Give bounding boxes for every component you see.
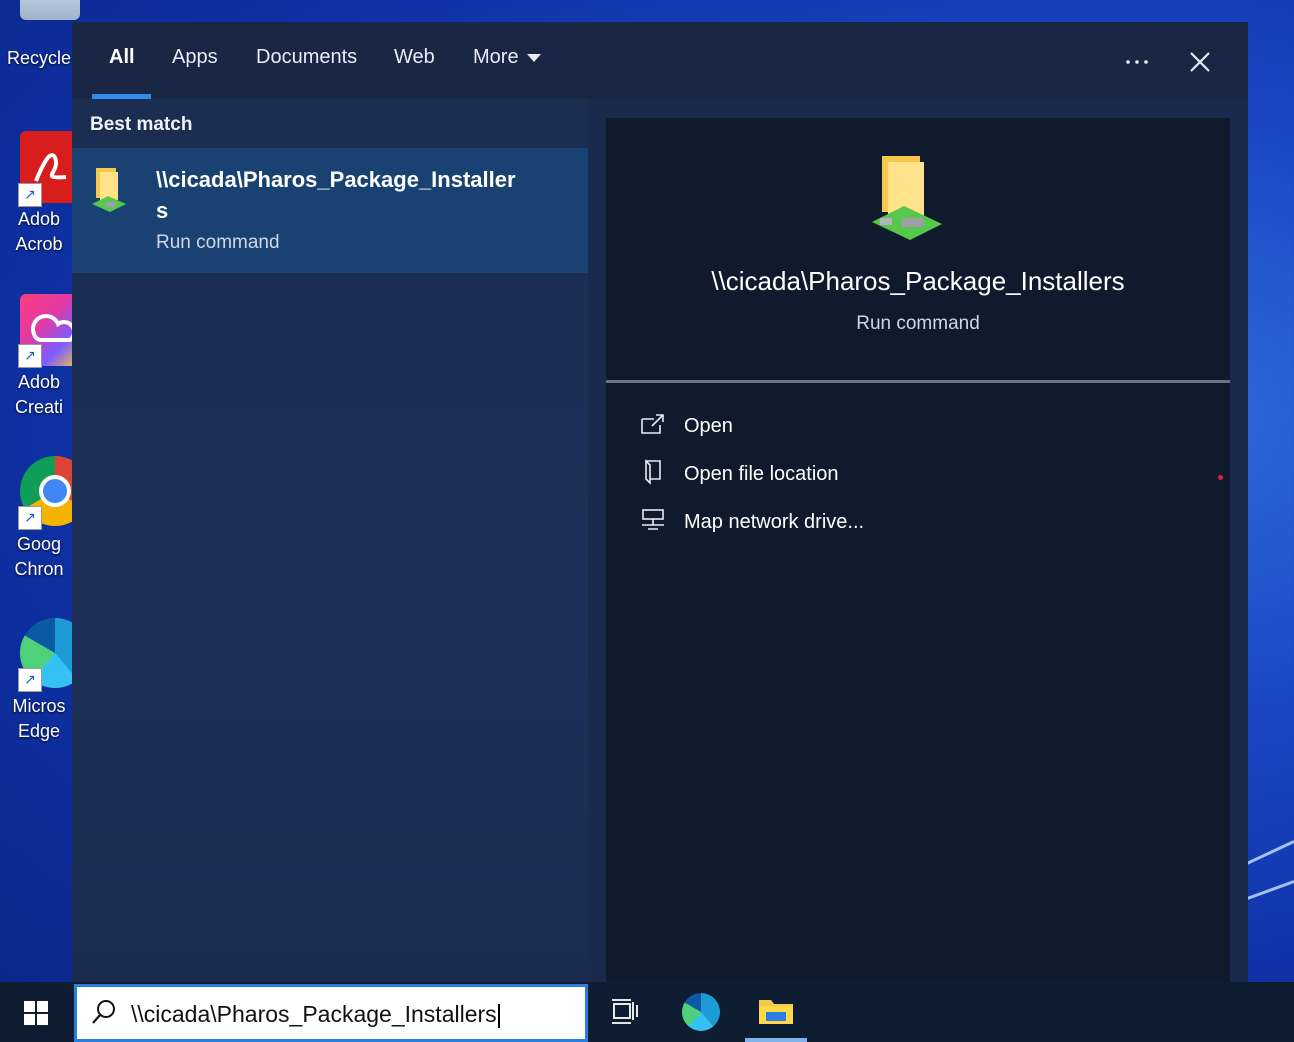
results-pane: Best match \\cicada\Pharos_Package_Insta… bbox=[72, 99, 588, 982]
tab-apps[interactable]: Apps bbox=[172, 46, 218, 69]
tab-documents[interactable]: Documents bbox=[256, 46, 357, 69]
edge-icon bbox=[682, 993, 720, 1031]
search-flyout: All Apps Documents Web More Best match \… bbox=[72, 22, 1248, 982]
open-icon bbox=[641, 414, 664, 434]
shortcut-arrow-icon: ↗ bbox=[18, 506, 42, 530]
tab-all[interactable]: All bbox=[109, 46, 135, 69]
tab-more-label: More bbox=[473, 46, 519, 68]
open-file-location-label: Open file location bbox=[684, 463, 839, 485]
red-dot-marker bbox=[1218, 475, 1223, 480]
tab-more[interactable]: More bbox=[473, 46, 541, 69]
open-file-location-action[interactable]: Open file location bbox=[640, 457, 1200, 491]
tab-web[interactable]: Web bbox=[394, 46, 435, 69]
ellipsis-icon bbox=[1126, 60, 1148, 64]
open-action[interactable]: Open bbox=[640, 409, 1200, 443]
active-app-indicator bbox=[745, 1038, 807, 1042]
edge-taskbar-button[interactable] bbox=[670, 982, 732, 1042]
shortcut-arrow-icon: ↗ bbox=[18, 668, 42, 692]
best-match-result[interactable]: \\cicada\Pharos_Package_Installers Run c… bbox=[72, 148, 588, 273]
best-match-heading: Best match bbox=[90, 114, 193, 135]
preview-pane: \\cicada\Pharos_Package_Installers Run c… bbox=[588, 99, 1248, 982]
taskbar: \\cicada\Pharos_Package_Installers bbox=[0, 982, 1294, 1042]
best-match-title: \\cicada\Pharos_Package_Installers bbox=[156, 167, 516, 223]
search-input-value: \\cicada\Pharos_Package_Installers bbox=[131, 1001, 497, 1027]
file-location-icon bbox=[645, 459, 661, 485]
more-options-button[interactable] bbox=[1119, 44, 1155, 80]
recycle-bin-icon bbox=[20, 0, 80, 20]
shortcut-arrow-icon: ↗ bbox=[18, 183, 42, 207]
close-icon bbox=[1190, 52, 1210, 72]
chevron-down-icon bbox=[526, 53, 541, 62]
preview-subtitle: Run command bbox=[856, 313, 980, 334]
preview-divider bbox=[606, 380, 1230, 383]
search-input[interactable]: \\cicada\Pharos_Package_Installers bbox=[131, 1001, 500, 1028]
map-network-drive-label: Map network drive... bbox=[684, 511, 865, 533]
search-tab-bar: All Apps Documents Web More bbox=[72, 22, 1248, 99]
task-view-button[interactable] bbox=[594, 982, 656, 1042]
file-explorer-icon bbox=[759, 1000, 793, 1024]
close-button[interactable] bbox=[1182, 44, 1218, 80]
map-network-drive-action[interactable]: Map network drive... bbox=[640, 505, 1200, 539]
network-folder-icon bbox=[92, 168, 126, 212]
network-drive-icon bbox=[642, 509, 664, 530]
preview-title: \\cicada\Pharos_Package_Installers bbox=[711, 266, 1125, 296]
shortcut-arrow-icon: ↗ bbox=[18, 344, 42, 368]
windows-logo-icon bbox=[24, 1001, 48, 1025]
open-action-label: Open bbox=[684, 415, 733, 437]
best-match-subtitle: Run command bbox=[156, 232, 280, 253]
network-folder-icon bbox=[872, 156, 942, 240]
task-view-icon bbox=[612, 999, 638, 1024]
search-icon bbox=[92, 1000, 115, 1024]
start-button[interactable] bbox=[0, 982, 72, 1042]
preview-card: \\cicada\Pharos_Package_Installers Run c… bbox=[606, 118, 1230, 982]
taskbar-search-box[interactable]: \\cicada\Pharos_Package_Installers bbox=[74, 984, 588, 1042]
text-cursor bbox=[497, 1003, 500, 1028]
file-explorer-taskbar-button[interactable] bbox=[745, 982, 807, 1042]
